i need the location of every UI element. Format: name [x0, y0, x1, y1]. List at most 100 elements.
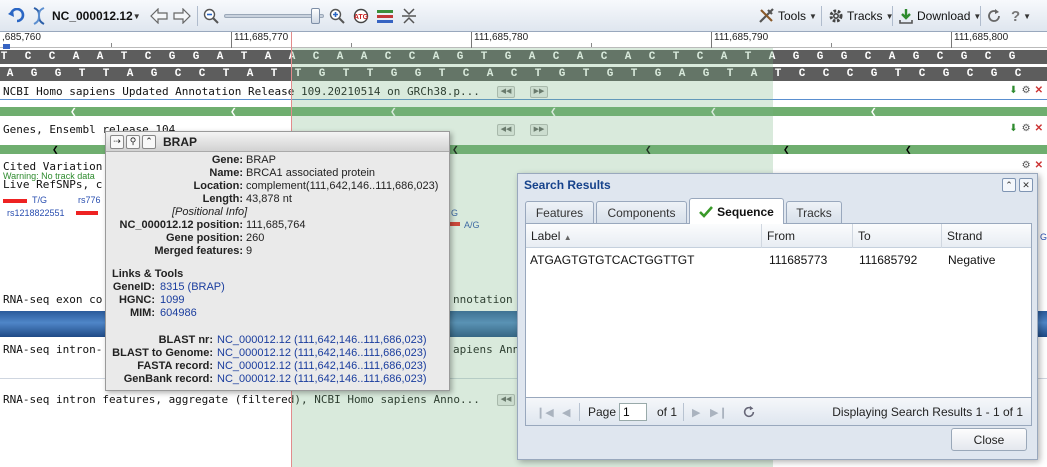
track-next-button[interactable]: ▶▶ [530, 86, 548, 98]
page-input[interactable] [619, 403, 647, 421]
nucleotide: T [270, 68, 278, 80]
field-link[interactable]: 1099 [160, 294, 184, 307]
zoom-slider[interactable] [224, 7, 326, 25]
next-page-icon[interactable]: ▶ [692, 398, 700, 426]
zoom-slider-handle[interactable] [311, 8, 320, 24]
pin-icon[interactable]: ⇢ [110, 134, 124, 149]
collapse-icon[interactable]: ⌃ [142, 134, 156, 149]
popup-link-row[interactable]: FASTA record: NC_000012.12 (111,642,146..… [106, 360, 451, 373]
track-title-rnaseq-intron-aggregate[interactable]: RNA-seq intron features, aggregate (filt… [3, 393, 480, 406]
zoom-in-icon[interactable] [329, 7, 345, 25]
tab-features[interactable]: Features [525, 201, 594, 223]
zoom-to-sequence-icon[interactable]: ATG [352, 7, 370, 25]
nucleotide: C [798, 68, 806, 80]
nucleotide: A [360, 51, 368, 63]
popup-link-row[interactable]: HGNC: 1099 [106, 294, 451, 307]
table-row[interactable]: ATGAGTGTGTCACTGGTTGT 111685773 111685792… [526, 248, 1031, 270]
close-icon[interactable]: ✕ [1035, 85, 1043, 96]
track-title-rnaseq-exon[interactable]: RNA-seq exon co [3, 293, 102, 306]
column-header-to[interactable]: To [853, 224, 942, 248]
pan-left-icon[interactable] [150, 7, 168, 25]
nucleotide: G [54, 68, 62, 80]
snp-allele: T/G [32, 195, 47, 205]
collapse-icon[interactable]: ⌃ [1002, 178, 1016, 192]
nucleotide: A [96, 51, 104, 63]
undo-icon[interactable] [8, 7, 26, 25]
gene-feature-bar[interactable]: ❮ ❮ ❮ ❮ ❮ ❮ [0, 107, 1047, 116]
column-header-label[interactable]: Label ▲ [526, 224, 762, 248]
tools-menu-button[interactable]: Tools ▼ [758, 7, 817, 25]
nucleotide: A [6, 68, 14, 80]
gear-icon[interactable]: ⚙ [1022, 85, 1031, 96]
nucleotide: G [840, 51, 848, 63]
pan-right-icon[interactable] [173, 7, 191, 25]
search-results-dialog: Search Results ⌃ ✕ Features Components S… [517, 173, 1038, 460]
positional-info-text: [Positional Info] [172, 206, 248, 218]
popup-header: ⇢ ⚲ ⌃ BRAP [106, 132, 449, 152]
nucleotide: C [24, 51, 32, 63]
search-icon[interactable]: ⚲ [126, 134, 140, 149]
strand-arrow-icon: ❮ [870, 107, 877, 116]
tools-menu-label: Tools [778, 9, 807, 23]
help-menu-button[interactable]: ? ▼ [1011, 7, 1031, 25]
gear-icon[interactable]: ⚙ [1022, 123, 1031, 134]
field-link[interactable]: NC_000012.12 (111,642,146..111,686,023) [217, 347, 427, 360]
sequence-selector[interactable]: NC_000012.12 ▼ [52, 7, 141, 25]
track-prev-button[interactable]: ◀◀ [497, 394, 515, 406]
snp-id[interactable]: rs776 [78, 195, 101, 205]
column-header-from[interactable]: From [762, 224, 853, 248]
snp-marker[interactable] [3, 199, 27, 203]
track-title-ncbi-annotation[interactable]: NCBI Homo sapiens Updated Annotation Rel… [3, 85, 480, 98]
popup-link-row[interactable]: BLAST to Genome: NC_000012.12 (111,642,14… [106, 347, 451, 360]
nucleotide: T [342, 68, 350, 80]
close-icon[interactable]: ✕ [1035, 123, 1043, 134]
popup-link-row[interactable]: BLAST nr: NC_000012.12 (111,642,146..111,… [106, 334, 451, 347]
first-page-icon[interactable]: ❙◀ [536, 398, 554, 426]
track-next-button[interactable]: ▶▶ [530, 124, 548, 136]
zoom-out-icon[interactable] [203, 7, 219, 25]
download-menu-button[interactable]: Download ▼ [898, 7, 981, 25]
field-key: Length: [202, 193, 243, 205]
tracks-menu-button[interactable]: Tracks ▼ [828, 7, 893, 25]
field-link[interactable]: 8315 (BRAP) [160, 281, 225, 294]
snp-marker[interactable] [76, 211, 98, 215]
popup-link-row[interactable]: GeneID: 8315 (BRAP) [106, 281, 451, 294]
last-page-icon[interactable]: ▶❙ [710, 398, 728, 426]
field-link[interactable]: NC_000012.12 (111,642,146..111,686,023) [217, 373, 427, 386]
field-link[interactable]: 604986 [160, 307, 197, 320]
popup-link-row[interactable]: GenBank record: NC_000012.12 (111,642,146… [106, 373, 451, 386]
column-header-strand[interactable]: Strand [942, 224, 1031, 248]
tab-sequence[interactable]: Sequence [689, 198, 784, 224]
close-button[interactable]: Close [951, 428, 1027, 451]
refresh-icon[interactable] [742, 398, 756, 426]
track-title-live-refsnps[interactable]: Live RefSNPs, c [3, 178, 102, 191]
popup-link-row[interactable]: MIM: 604986 [106, 307, 451, 320]
field-link[interactable]: NC_000012.12 (111,642,146..111,686,023) [217, 334, 427, 347]
strand-arrow-icon: ❮ [905, 145, 912, 154]
tracks-config-icon[interactable] [376, 7, 394, 25]
refresh-icon[interactable] [986, 7, 1002, 25]
track-title-rnaseq-intron[interactable]: RNA-seq intron- [3, 343, 102, 356]
links-header: Links & Tools [112, 268, 184, 280]
download-icon[interactable]: ⬇ [1009, 85, 1017, 96]
collapse-icon[interactable] [401, 7, 417, 25]
snp-marker[interactable] [450, 222, 460, 226]
popup-field: Gene: BRAP [106, 154, 451, 167]
nucleotide: C [984, 51, 992, 63]
gear-icon[interactable]: ⚙ [1022, 160, 1031, 171]
track-prev-button[interactable]: ◀◀ [497, 124, 515, 136]
close-icon[interactable]: ✕ [1019, 178, 1033, 192]
download-icon[interactable]: ⬇ [1009, 123, 1017, 134]
tab-tracks[interactable]: Tracks [786, 201, 842, 223]
nucleotide: T [366, 68, 374, 80]
tab-components[interactable]: Components [596, 201, 687, 223]
snp-id[interactable]: rs1218822551 [7, 208, 65, 218]
column-header-text: Strand [947, 229, 983, 243]
nucleotide: T [744, 51, 752, 63]
close-icon[interactable]: ✕ [1035, 160, 1043, 171]
field-link[interactable]: NC_000012.12 (111,642,146..111,686,023) [217, 360, 427, 373]
ruler-tick-label: 111,685,770 [231, 32, 288, 48]
track-prev-button[interactable]: ◀◀ [497, 86, 515, 98]
prev-page-icon[interactable]: ◀ [562, 398, 570, 426]
field-key: MIM: [129, 307, 155, 319]
